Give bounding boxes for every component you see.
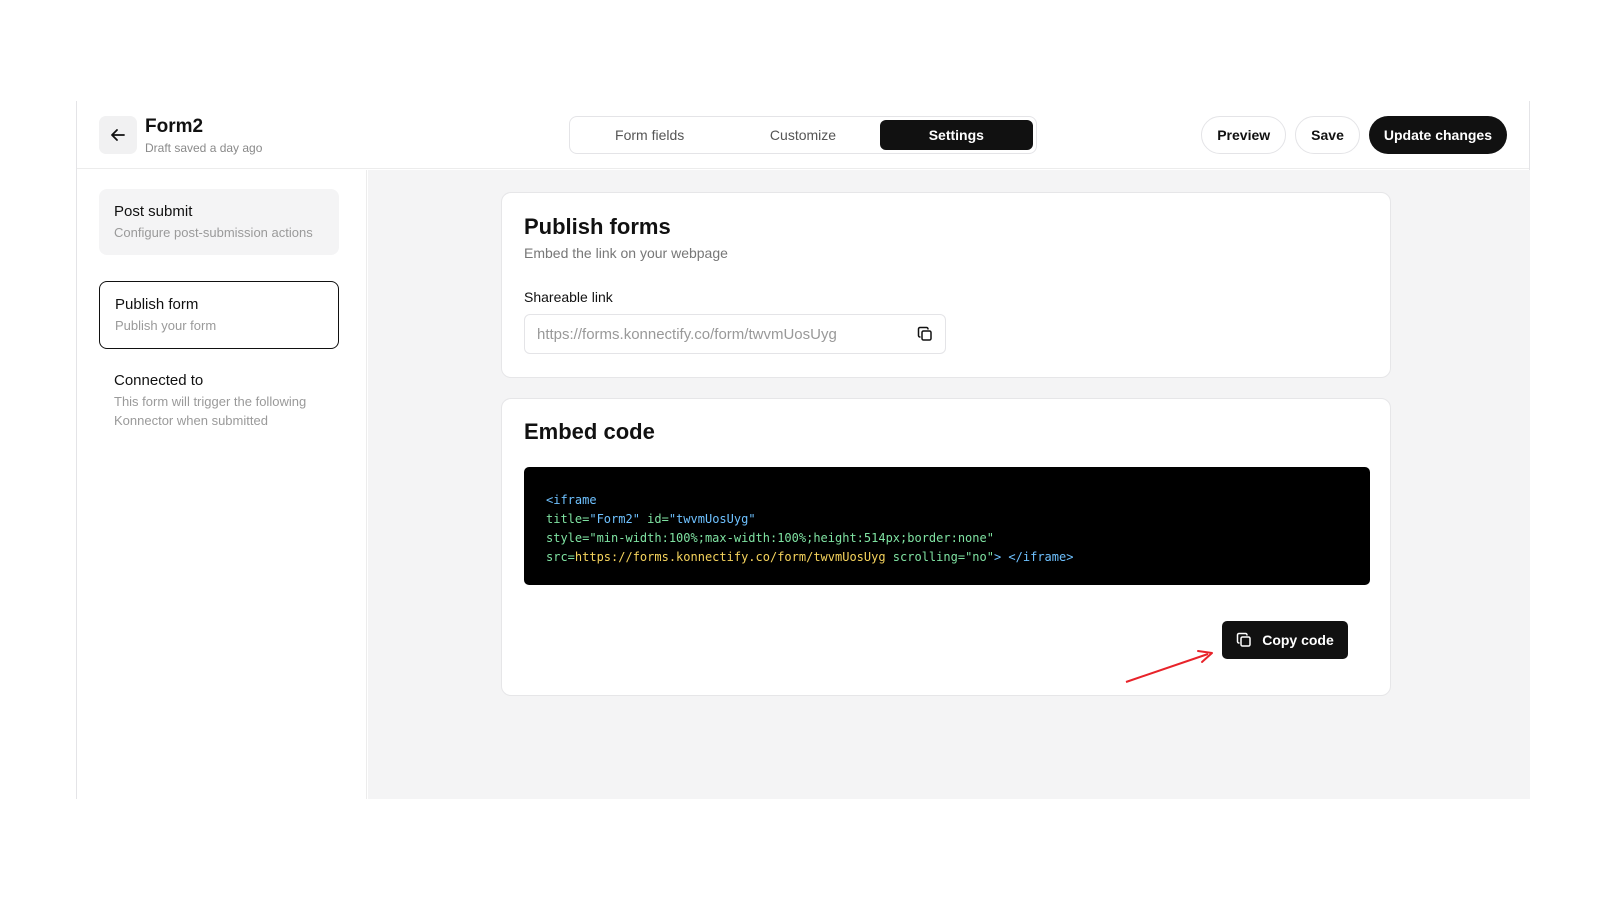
arrow-left-icon [111, 129, 125, 141]
copy-code-label: Copy code [1262, 632, 1334, 648]
code-token: scrolling= [885, 550, 966, 564]
form-title: Form2 [145, 116, 204, 137]
code-token: https://forms.konnectify.co/form/twvmUos… [574, 550, 886, 564]
title-block: Form2 Draft saved a day ago [145, 116, 262, 155]
code-line: title="Form2" id="twvmUosUyg" [546, 510, 1348, 529]
code-token: src= [546, 550, 575, 564]
embed-code-block[interactable]: <iframe title="Form2" id="twvmUosUyg" st… [524, 467, 1370, 585]
code-token: "no" [965, 550, 994, 564]
sidebar-item-title: Post submit [114, 203, 193, 220]
sidebar-item-title: Publish form [115, 296, 199, 313]
code-token: "min-width:100%;max-width:100%;height:51… [589, 531, 994, 545]
shareable-link-input[interactable] [525, 315, 905, 353]
sidebar-item-title: Connected to [114, 372, 204, 389]
tab-customize[interactable]: Customize [726, 120, 879, 150]
code-token: <iframe [546, 493, 597, 507]
settings-sidebar: Post submit Configure post-submission ac… [77, 170, 367, 799]
back-button[interactable] [99, 116, 137, 154]
sidebar-item-post-submit[interactable]: Post submit Configure post-submission ac… [99, 189, 339, 255]
app-window: Form2 Draft saved a day ago Form fields … [76, 101, 1530, 799]
code-token: style= [546, 531, 590, 545]
sidebar-item-desc: Publish your form [115, 318, 217, 333]
code-token: title= [546, 512, 590, 526]
copy-icon [1236, 632, 1251, 647]
card-title: Publish forms [524, 214, 671, 239]
preview-button[interactable]: Preview [1201, 116, 1287, 154]
code-token: "twvmUosUyg" [668, 512, 756, 526]
code-token: "Form2" [589, 512, 640, 526]
code-token: id= [639, 512, 669, 526]
save-button[interactable]: Save [1295, 116, 1360, 154]
sidebar-item-desc: Configure post-submission actions [114, 225, 313, 240]
main-content: Publish forms Embed the link on your web… [368, 170, 1530, 799]
copy-code-button[interactable]: Copy code [1222, 621, 1348, 659]
card-description: Embed the link on your webpage [524, 245, 728, 261]
publish-forms-card: Publish forms Embed the link on your web… [501, 192, 1391, 378]
shareable-link-field [524, 314, 946, 354]
sidebar-item-publish-form[interactable]: Publish form Publish your form [99, 281, 339, 349]
copy-icon [917, 326, 932, 341]
tab-bar: Form fields Customize Settings [569, 116, 1037, 154]
tab-settings[interactable]: Settings [879, 120, 1033, 150]
shareable-link-label: Shareable link [524, 289, 613, 305]
save-status: Draft saved a day ago [145, 141, 263, 155]
code-line: <iframe [546, 491, 1348, 510]
update-changes-button[interactable]: Update changes [1368, 116, 1507, 154]
header-actions: Preview Save Update changes [1201, 116, 1507, 154]
sidebar-item-desc: This form will trigger the following Kon… [114, 394, 307, 428]
code-line: src=https://forms.konnectify.co/form/twv… [546, 548, 1348, 567]
copy-link-button[interactable] [915, 324, 935, 344]
tab-form-fields[interactable]: Form fields [573, 120, 726, 150]
card-title: Embed code [524, 419, 655, 444]
code-token: > </iframe> [993, 550, 1074, 564]
code-line: style="min-width:100%;max-width:100%;hei… [546, 529, 1348, 548]
header: Form2 Draft saved a day ago Form fields … [77, 101, 1529, 169]
sidebar-item-connected-to[interactable]: Connected to This form will trigger the … [99, 358, 339, 443]
embed-code-card: Embed code <iframe title="Form2" id="twv… [501, 398, 1391, 696]
